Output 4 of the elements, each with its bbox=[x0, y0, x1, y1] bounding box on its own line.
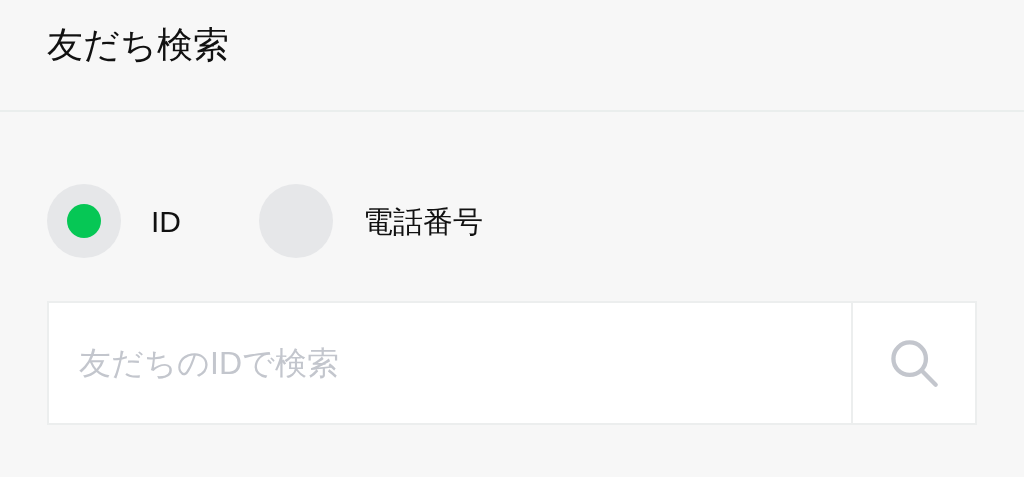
search-icon[interactable] bbox=[888, 337, 940, 389]
radio-option[interactable]: 電話番号 bbox=[259, 184, 483, 258]
search-field[interactable]: 友だちのIDで検索 bbox=[47, 301, 853, 425]
page-title: 友だち検索 bbox=[47, 27, 229, 67]
